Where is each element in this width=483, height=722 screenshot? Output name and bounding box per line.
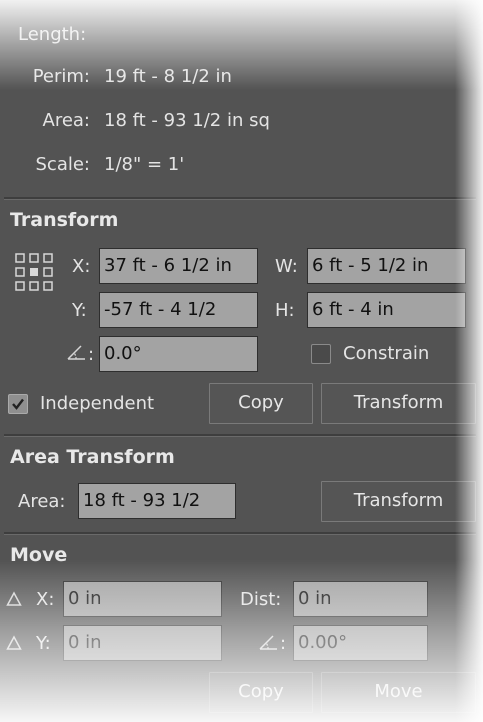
- area-label: Area:: [42, 110, 91, 131]
- rotation-angle-field[interactable]: 0.0°: [99, 336, 258, 372]
- transform-palette-window: Length: Perim: 19 ft - 8 1/2 in Area: 18…: [0, 0, 483, 722]
- area-transform-button[interactable]: Transform: [321, 481, 476, 522]
- checkmark-icon: [12, 398, 24, 410]
- transform-button[interactable]: Transform: [321, 383, 476, 424]
- constrain-label: Constrain: [343, 343, 430, 364]
- divider: [4, 197, 476, 200]
- angle-icon: [66, 342, 88, 362]
- area-transform-field[interactable]: 18 ft - 93 1/2: [78, 483, 236, 519]
- perim-label: Perim:: [32, 66, 90, 87]
- divider: [4, 532, 476, 535]
- move-y-field[interactable]: 0 in: [63, 625, 222, 661]
- width-field[interactable]: 6 ft - 5 1/2 in: [307, 248, 466, 284]
- angle-label: :: [88, 344, 95, 365]
- y-label: Y:: [72, 300, 87, 321]
- move-angle-label: :: [280, 633, 287, 654]
- copy-button[interactable]: Copy: [209, 383, 313, 424]
- x-position-field[interactable]: 37 ft - 6 1/2 in: [99, 248, 258, 284]
- move-x-field[interactable]: 0 in: [63, 581, 222, 617]
- move-distance-field[interactable]: 0 in: [293, 581, 428, 617]
- x-label: X:: [72, 256, 91, 277]
- perim-value: 19 ft - 8 1/2 in: [104, 66, 232, 87]
- scale-value: 1/8" = 1': [104, 154, 185, 175]
- delta-icon: [6, 591, 22, 607]
- h-label: H:: [275, 300, 295, 321]
- w-label: W:: [275, 256, 298, 277]
- move-copy-button[interactable]: Copy: [209, 672, 313, 713]
- move-button[interactable]: Move: [321, 672, 476, 713]
- divider: [4, 434, 476, 437]
- move-section-title: Move: [10, 544, 68, 566]
- length-label: Length:: [18, 24, 87, 45]
- move-x-label: X:: [36, 589, 55, 610]
- delta-icon: [6, 635, 22, 651]
- height-field[interactable]: 6 ft - 4 in: [307, 292, 466, 328]
- transform-section-title: Transform: [10, 209, 119, 231]
- constrain-checkbox[interactable]: [311, 344, 331, 364]
- area-value: 18 ft - 93 1/2 in sq: [104, 110, 270, 131]
- y-position-field[interactable]: -57 ft - 4 1/2: [99, 292, 258, 328]
- move-y-label: Y:: [36, 633, 51, 654]
- scale-label: Scale:: [35, 154, 91, 175]
- angle-icon: [258, 632, 280, 652]
- area-transform-label: Area:: [18, 491, 66, 512]
- move-angle-field[interactable]: 0.00°: [293, 625, 428, 661]
- reference-point-grid-icon[interactable]: [14, 252, 54, 292]
- area-transform-section-title: Area Transform: [10, 446, 175, 468]
- independent-label: Independent: [40, 393, 155, 414]
- independent-checkbox[interactable]: [8, 394, 28, 414]
- dist-label: Dist:: [240, 589, 282, 610]
- palette-panel: Length: Perim: 19 ft - 8 1/2 in Area: 18…: [0, 0, 483, 722]
